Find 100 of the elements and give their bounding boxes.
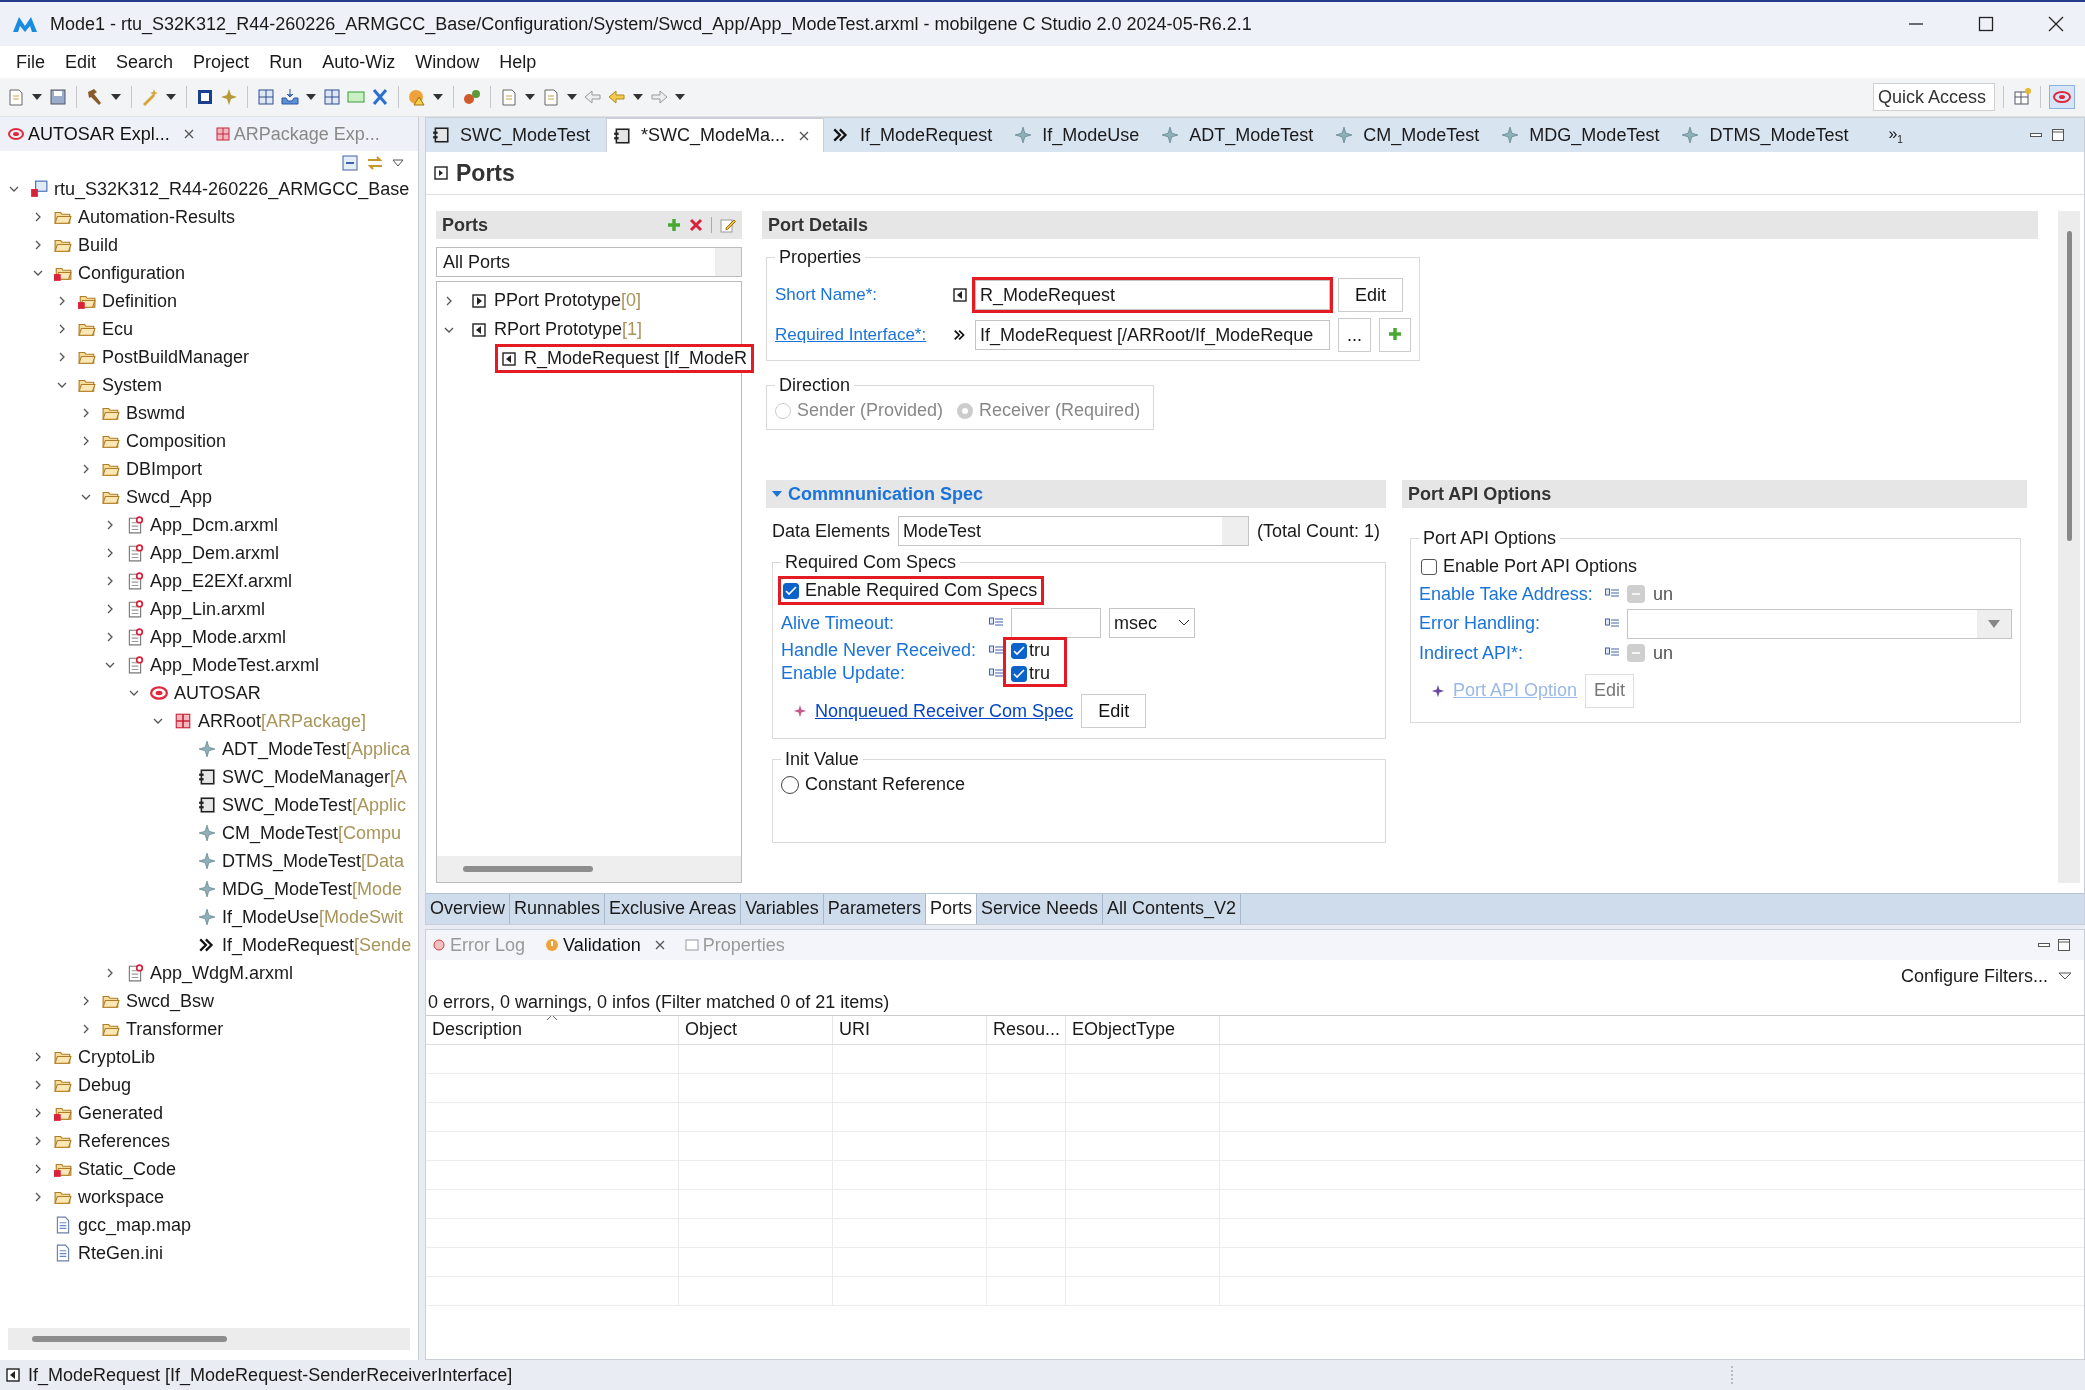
view-menu-icon[interactable] bbox=[392, 159, 404, 167]
dropdown-arrow-icon[interactable] bbox=[32, 94, 42, 100]
dropdown-arrow-icon[interactable] bbox=[633, 94, 643, 100]
column-header[interactable]: URI bbox=[833, 1016, 987, 1044]
page-tab[interactable]: Ports bbox=[925, 894, 977, 924]
maximize-icon[interactable] bbox=[2058, 939, 2070, 951]
edit-button[interactable]: Edit bbox=[1338, 278, 1404, 312]
checkbox[interactable] bbox=[1011, 665, 1027, 682]
column-header[interactable]: Description bbox=[426, 1016, 679, 1044]
edit-button[interactable]: Edit bbox=[1585, 673, 1635, 708]
close-icon[interactable] bbox=[654, 940, 665, 950]
scrollbar-thumb[interactable] bbox=[2066, 231, 2072, 541]
data-elements-field[interactable]: ModeTest bbox=[898, 516, 1250, 546]
tree-item[interactable]: Generated bbox=[78, 1102, 164, 1124]
page-tab[interactable]: Overview bbox=[426, 894, 510, 924]
maximize-icon[interactable] bbox=[2052, 129, 2064, 141]
ring-icon[interactable] bbox=[2049, 85, 2075, 109]
dropdown-arrow-icon[interactable] bbox=[675, 94, 685, 100]
warning-icon[interactable] bbox=[407, 87, 427, 107]
perspective-icon[interactable] bbox=[2012, 87, 2032, 107]
tree-item[interactable]: AUTOSAR bbox=[174, 682, 261, 704]
menu-item[interactable]: Window bbox=[405, 49, 490, 75]
tree-item[interactable]: Definition bbox=[102, 290, 178, 312]
tree-item[interactable]: DBImport bbox=[126, 458, 203, 480]
checkbox[interactable]: Enable Required Com Specs bbox=[781, 579, 1042, 602]
tree-item[interactable]: App_WdgM.arxml bbox=[150, 962, 294, 984]
dropdown-arrow-icon[interactable] bbox=[306, 94, 316, 100]
page-tab[interactable]: Service Needs bbox=[976, 894, 1103, 924]
minimize-icon[interactable] bbox=[2030, 131, 2042, 139]
save-icon[interactable] bbox=[48, 87, 68, 107]
scrollbar-thumb[interactable] bbox=[32, 1336, 227, 1342]
page-tab[interactable]: Exclusive Areas bbox=[605, 894, 742, 924]
filter-dropdown[interactable]: All Ports bbox=[436, 247, 742, 277]
tree-item[interactable]: PPort Prototype[0] bbox=[465, 286, 649, 315]
tool-icon[interactable] bbox=[195, 87, 215, 107]
editor-tab[interactable]: SWC_ModeTest bbox=[426, 118, 605, 152]
link-arrows-icon[interactable] bbox=[366, 155, 384, 171]
editor-tab[interactable]: If_ModeRequest bbox=[826, 118, 1007, 152]
dropdown-arrow-icon[interactable] bbox=[111, 94, 121, 100]
tree-item[interactable]: Debug bbox=[78, 1074, 132, 1096]
editor-tab[interactable]: MDG_ModeTest bbox=[1495, 118, 1674, 152]
view-tab[interactable]: Validation bbox=[539, 930, 671, 960]
page-tab[interactable]: Runnables bbox=[510, 894, 606, 924]
tree-item[interactable]: rtu_S32K312_R44-260226_ARMGCC_Base bbox=[54, 178, 410, 200]
interface-link[interactable]: Required Interface*: bbox=[775, 325, 945, 345]
configure-filters-link[interactable]: Configure Filters... bbox=[1900, 965, 2048, 987]
tree-item[interactable]: Static_Code bbox=[78, 1158, 177, 1180]
editor-tab[interactable]: ADT_ModeTest bbox=[1155, 118, 1328, 152]
tree-item[interactable]: App_ModeTest.arxml bbox=[150, 654, 320, 676]
scrollbar-thumb[interactable] bbox=[463, 866, 593, 872]
unit-dropdown[interactable]: msec bbox=[1109, 608, 1195, 638]
tree-item[interactable]: RteGen.ini bbox=[78, 1242, 164, 1264]
gears-icon[interactable] bbox=[462, 87, 482, 107]
tree-item[interactable]: DTMS_ModeTest[Data bbox=[222, 850, 405, 872]
tool-icon[interactable] bbox=[256, 87, 276, 107]
tree-item[interactable]: ADT_ModeTest[Applica bbox=[222, 738, 411, 760]
delete-icon[interactable] bbox=[689, 218, 703, 232]
tree-item[interactable]: gcc_map.map bbox=[78, 1214, 192, 1236]
tree-item[interactable]: Configuration bbox=[78, 262, 186, 284]
tab-overflow-button[interactable]: »$_{1}$ bbox=[1888, 124, 1903, 146]
tree-item[interactable]: Composition bbox=[126, 430, 227, 452]
tree-item[interactable]: Swcd_Bsw bbox=[126, 990, 215, 1012]
checkbox[interactable]: Enable Port API Options bbox=[1419, 555, 1642, 578]
tree-item[interactable]: CryptoLib bbox=[78, 1046, 156, 1068]
tree-item[interactable]: SWC_ModeTest[Applic bbox=[222, 794, 407, 816]
tree-item[interactable]: Automation-Results bbox=[78, 206, 236, 228]
tree-item[interactable]: Bswmd bbox=[126, 402, 185, 424]
editor-tab[interactable]: CM_ModeTest bbox=[1329, 118, 1494, 152]
timeout-field[interactable] bbox=[1011, 608, 1101, 638]
text-field[interactable]: If_ModeRequest [/ARRoot/If_ModeReque bbox=[975, 320, 1330, 350]
tristate-checkbox[interactable] bbox=[1627, 644, 1645, 662]
menu-item[interactable]: Project bbox=[183, 49, 260, 75]
column-header[interactable]: EObjectType bbox=[1066, 1016, 1220, 1044]
tool-icon[interactable] bbox=[322, 87, 342, 107]
tristate-checkbox[interactable] bbox=[1627, 585, 1645, 603]
tree-item[interactable]: App_Dcm.arxml bbox=[150, 514, 279, 536]
close-icon[interactable] bbox=[2047, 15, 2065, 33]
text-field[interactable]: R_ModeRequest bbox=[975, 280, 1330, 310]
tree-item[interactable]: MDG_ModeTest[Mode bbox=[222, 878, 403, 900]
dropdown-arrow-icon[interactable] bbox=[567, 94, 577, 100]
minimize-icon[interactable] bbox=[2038, 941, 2050, 949]
close-icon[interactable] bbox=[183, 129, 194, 139]
tree-item[interactable]: SWC_ModeManager[A bbox=[222, 766, 408, 788]
column-header[interactable]: Resou... bbox=[987, 1016, 1066, 1044]
editor-tab[interactable]: If_ModeUse bbox=[1008, 118, 1154, 152]
tree-item[interactable]: Transformer bbox=[126, 1018, 224, 1040]
page-tab[interactable]: All Contents_V2 bbox=[1103, 894, 1242, 924]
close-icon[interactable] bbox=[799, 130, 810, 141]
dropdown-arrow-icon[interactable] bbox=[166, 94, 176, 100]
tree-item[interactable]: If_ModeUse[ModeSwit bbox=[222, 906, 404, 928]
radio-button[interactable]: Constant Reference bbox=[781, 774, 1377, 795]
dropdown-arrow-icon[interactable] bbox=[525, 94, 535, 100]
tree-item[interactable]: App_Mode.arxml bbox=[150, 626, 287, 648]
edit-button[interactable]: Edit bbox=[1081, 694, 1147, 728]
edit-icon[interactable] bbox=[720, 217, 736, 233]
dropdown-arrow-icon[interactable] bbox=[433, 94, 443, 100]
page-tab[interactable]: Parameters bbox=[823, 894, 926, 924]
tree-item[interactable]: App_Lin.arxml bbox=[150, 598, 266, 620]
menu-item[interactable]: Help bbox=[489, 49, 547, 75]
tree-item[interactable]: ARRoot[ARPackage] bbox=[198, 710, 367, 732]
